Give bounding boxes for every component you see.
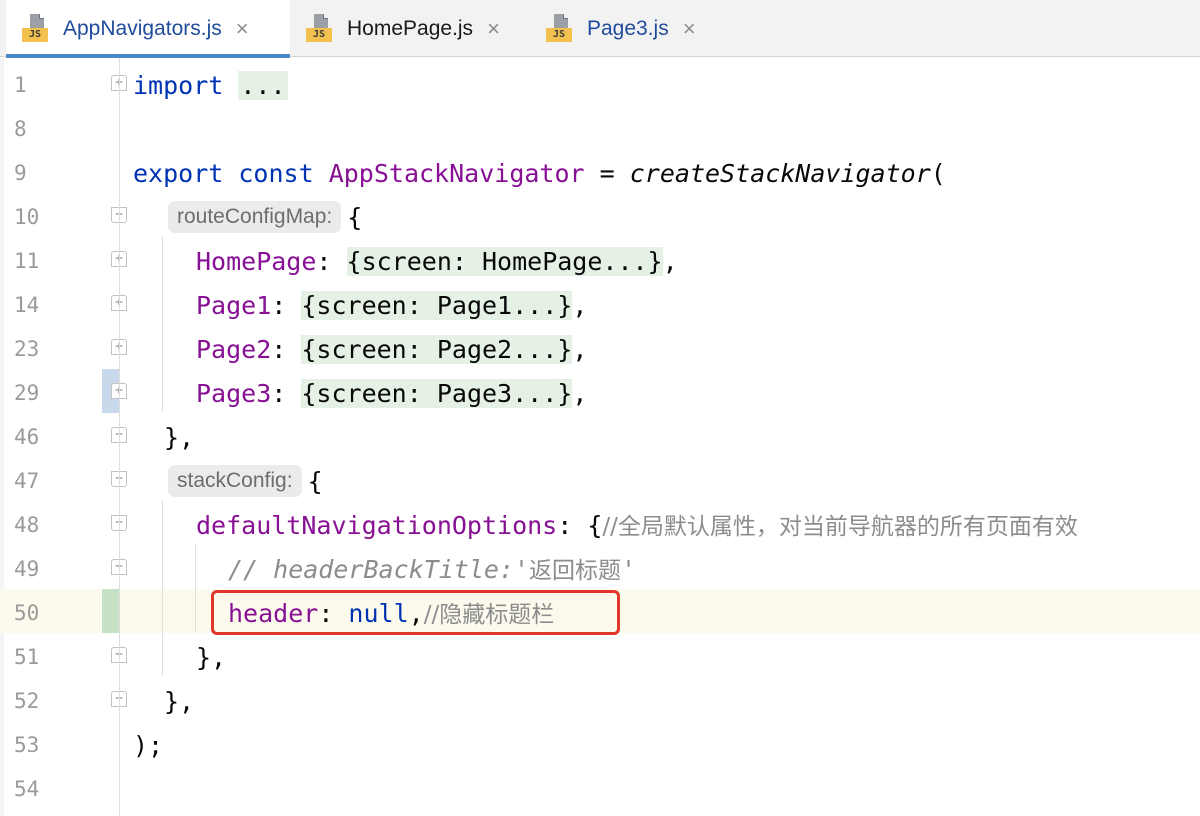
folded-region[interactable]: {screen: Page3...} [301,379,573,408]
function-call: createStackNavigator [629,159,931,188]
line-number: 9 [14,161,27,185]
line-number: 11 [14,249,40,273]
parameter-hint: routeConfigMap: [168,201,342,233]
comment: 返回标题 [529,558,622,584]
js-file-icon: JS [22,13,54,44]
code-line[interactable]: 10 − routeConfigMap:{ [0,193,1200,237]
code-line[interactable]: 53 ); [0,721,1200,765]
code-line[interactable]: 46 − }, [0,413,1200,457]
line-number: 14 [14,293,40,317]
property: Page3 [196,379,272,408]
identifier: AppStackNavigator [328,159,585,188]
js-file-icon: JS [306,13,338,44]
folded-region[interactable]: ... [238,71,288,100]
code-editor[interactable]: 1 + import ... 8 9 export const AppStack… [0,58,1200,816]
line-number: 54 [14,777,40,801]
property: Page2 [196,335,272,364]
code-line[interactable]: 49 − // headerBackTitle:'返回标题' [0,545,1200,589]
tab-label: Page3.js [587,16,669,40]
code-line[interactable]: 47 − stackConfig:{ [0,457,1200,501]
line-number: 48 [14,513,40,537]
code-line[interactable]: 11 + HomePage: {screen: HomePage...}, [0,237,1200,281]
indent-guide [162,500,163,676]
vcs-added-marker[interactable] [102,589,119,633]
close-icon[interactable]: × [487,17,500,40]
property: Page1 [196,291,272,320]
code-line[interactable]: 14 + Page1: {screen: Page1...}, [0,281,1200,325]
comment: //全局默认属性，对当前导航器的所有页面有效 [602,514,1078,540]
line-number: 51 [14,645,40,669]
folded-region[interactable]: {screen: Page2...} [301,335,573,364]
tab-appnavigators[interactable]: JS AppNavigators.js × [6,0,290,58]
folded-region[interactable]: {screen: HomePage...} [346,247,663,276]
code-line[interactable]: 51 − }, [0,633,1200,677]
code-line[interactable]: 54 [0,765,1200,809]
keyword: export [133,159,224,188]
line-number: 1 [14,73,27,97]
code-line[interactable]: 9 export const AppStackNavigator = creat… [0,149,1200,193]
line-number: 29 [14,381,40,405]
close-icon[interactable]: × [236,17,249,40]
js-file-icon: JS [546,13,578,44]
code-line[interactable]: 1 + import ... [0,61,1200,105]
tab-label: HomePage.js [347,16,474,40]
gutter-divider [119,58,120,816]
parameter-hint: stackConfig: [168,465,302,497]
code-line[interactable]: 48 − defaultNavigationOptions: {//全局默认属性… [0,501,1200,545]
line-number: 49 [14,557,40,581]
line-number: 8 [14,117,27,141]
code-line[interactable]: 52 − }, [0,677,1200,721]
folded-region[interactable]: {screen: Page1...} [301,291,573,320]
indent-guide [195,544,196,632]
code-line[interactable]: 8 [0,105,1200,149]
line-number: 53 [14,733,40,757]
property: HomePage [196,247,317,276]
close-icon[interactable]: × [683,17,696,40]
line-number: 50 [14,601,40,625]
highlight-annotation [211,590,620,635]
editor-tab-bar: JS AppNavigators.js × JS HomePage.js × J… [0,0,1200,58]
code-line[interactable]: 23 + Page2: {screen: Page2...}, [0,325,1200,369]
line-number: 23 [14,337,40,361]
keyword: const [238,159,314,188]
property: defaultNavigationOptions [196,511,558,540]
keyword: import [133,71,224,100]
line-number: 47 [14,469,40,493]
tab-homepage[interactable]: JS HomePage.js × [290,0,530,57]
code-line[interactable]: 29 + Page3: {screen: Page3...}, [0,369,1200,413]
indent-guide [162,236,163,412]
line-number: 52 [14,689,40,713]
line-number: 10 [14,205,40,229]
tab-label: AppNavigators.js [63,16,222,40]
comment: // headerBackTitle:' [228,555,530,584]
line-number: 46 [14,425,40,449]
tab-page3[interactable]: JS Page3.js × [530,0,730,57]
